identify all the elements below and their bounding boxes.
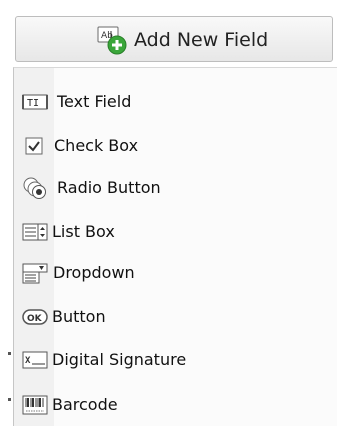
field-type-menu: TI Text Field Check Box Radio Button Lis… [13,67,337,426]
menu-item-label: Button [52,307,106,326]
menu-item-label: Dropdown [53,263,135,282]
radio-button-icon [22,177,48,199]
menu-item-digital-signature[interactable]: X Digital Signature [14,343,337,377]
button-icon: OK [22,306,48,328]
checkbox-icon [22,135,48,157]
menu-item-radio-button[interactable]: Radio Button [14,171,337,205]
menu-item-label: List Box [52,222,115,241]
menu-item-label: Check Box [54,136,139,155]
add-new-field-button[interactable]: Ab Add New Field [15,16,333,62]
menu-item-dropdown[interactable]: Dropdown [14,256,337,290]
menu-item-label: Digital Signature [52,350,187,369]
text-field-icon: TI [22,91,48,113]
add-new-field-label: Add New Field [134,29,269,51]
menu-item-check-box[interactable]: Check Box [14,129,337,163]
menu-item-label: Text Field [57,92,132,111]
add-field-icon: Ab [96,24,130,56]
digital-signature-icon: X [22,349,48,371]
dropdown-icon [22,262,48,284]
svg-text:X: X [25,356,31,366]
menu-item-text-field[interactable]: TI Text Field [14,85,337,119]
divider-dot [8,352,11,355]
divider-dot [8,398,11,401]
menu-item-barcode[interactable]: Barcode [14,388,337,422]
menu-item-button[interactable]: OK Button [14,300,337,334]
menu-item-label: Radio Button [57,178,161,197]
list-box-icon [22,221,48,243]
menu-item-label: Barcode [52,395,118,414]
svg-text:TI: TI [27,98,39,109]
svg-text:OK: OK [27,314,43,324]
menu-item-list-box[interactable]: List Box [14,215,337,249]
barcode-icon [22,394,48,416]
